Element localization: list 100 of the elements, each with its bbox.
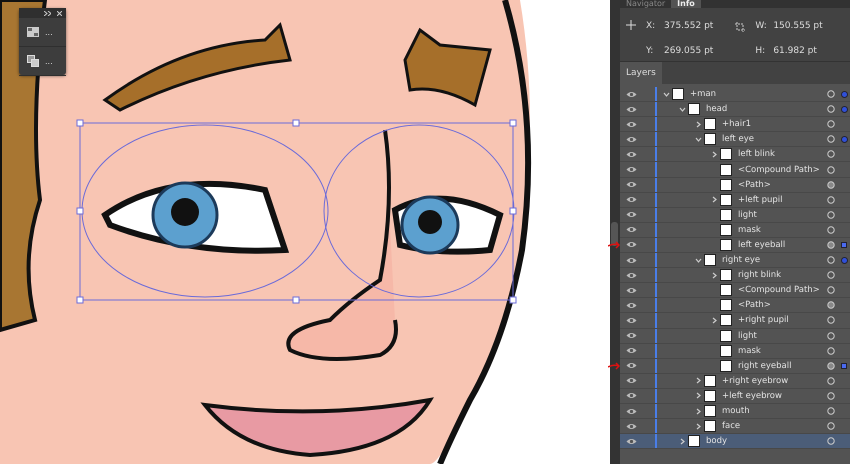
- layers-tab[interactable]: Layers: [620, 62, 662, 84]
- chevron-icon[interactable]: [694, 408, 702, 415]
- panel-tab[interactable]: Info: [671, 0, 701, 8]
- close-icon[interactable]: [57, 10, 62, 16]
- chevron-icon[interactable]: [710, 150, 718, 158]
- chevron-icon[interactable]: [678, 438, 686, 445]
- visibility-eye-icon[interactable]: [626, 241, 637, 248]
- layer-row[interactable]: right eye: [620, 253, 850, 268]
- layer-row[interactable]: light: [620, 208, 850, 223]
- collapse-icon[interactable]: [44, 10, 51, 16]
- target-circle-icon[interactable]: [827, 286, 835, 294]
- layer-row[interactable]: mask: [620, 344, 850, 359]
- target-circle-icon[interactable]: [827, 135, 835, 144]
- selection-dot-icon[interactable]: [840, 256, 848, 264]
- layer-row[interactable]: +left eyebrow: [620, 388, 850, 404]
- target-circle-icon[interactable]: [827, 196, 835, 204]
- selection-bounding-box[interactable]: [76, 120, 516, 304]
- visibility-eye-icon[interactable]: [626, 332, 637, 340]
- target-circle-icon[interactable]: [827, 271, 835, 280]
- selection-dot-icon[interactable]: [840, 106, 848, 113]
- target-circle-icon[interactable]: [827, 120, 835, 128]
- layer-row[interactable]: +hair1: [620, 117, 850, 132]
- visibility-eye-icon[interactable]: [626, 438, 637, 445]
- chevron-icon[interactable]: [694, 377, 702, 384]
- layer-row[interactable]: +right eyebrow: [620, 374, 850, 389]
- visibility-eye-icon[interactable]: [626, 286, 637, 294]
- visibility-eye-icon[interactable]: [626, 150, 637, 158]
- target-circle-icon[interactable]: [827, 422, 835, 430]
- chevron-icon[interactable]: [694, 422, 702, 430]
- visibility-eye-icon[interactable]: [626, 211, 637, 218]
- target-circle-icon[interactable]: [827, 210, 835, 219]
- layer-row[interactable]: +left pupil: [620, 192, 850, 208]
- visibility-eye-icon[interactable]: [626, 362, 637, 370]
- target-circle-icon[interactable]: [827, 316, 835, 324]
- chevron-icon[interactable]: [694, 120, 702, 128]
- visibility-eye-icon[interactable]: [626, 377, 637, 384]
- target-circle-icon[interactable]: [827, 346, 835, 355]
- visibility-eye-icon[interactable]: [626, 90, 637, 98]
- layer-row[interactable]: +man: [620, 87, 850, 102]
- visibility-eye-icon[interactable]: [626, 136, 637, 143]
- layer-row[interactable]: head: [620, 102, 850, 118]
- layer-row[interactable]: left eyeball: [620, 238, 850, 254]
- layer-row[interactable]: right eyeball: [620, 358, 850, 374]
- layer-row[interactable]: <Compound Path>: [620, 283, 850, 298]
- target-circle-icon[interactable]: [827, 105, 835, 114]
- selection-dot-icon[interactable]: [840, 90, 848, 98]
- visibility-eye-icon[interactable]: [626, 272, 637, 279]
- layer-row[interactable]: <Compound Path>: [620, 162, 850, 178]
- layer-row[interactable]: +right pupil: [620, 313, 850, 328]
- target-circle-icon[interactable]: [827, 332, 835, 340]
- grid-tool-icon[interactable]: [27, 27, 39, 37]
- chevron-icon[interactable]: [694, 136, 702, 143]
- target-circle-icon[interactable]: [827, 437, 835, 446]
- scroll-thumb[interactable]: [611, 222, 618, 246]
- layer-row[interactable]: body: [620, 434, 850, 450]
- target-circle-icon[interactable]: [827, 362, 835, 370]
- visibility-eye-icon[interactable]: [626, 196, 637, 204]
- chevron-icon[interactable]: [710, 196, 718, 204]
- target-circle-icon[interactable]: [827, 90, 835, 98]
- visibility-eye-icon[interactable]: [626, 226, 637, 234]
- more-options-text[interactable]: ...: [45, 28, 53, 36]
- layer-row[interactable]: <Path>: [620, 298, 850, 314]
- layer-row[interactable]: mask: [620, 222, 850, 238]
- layer-row[interactable]: left blink: [620, 147, 850, 162]
- selection-square-icon[interactable]: [841, 242, 847, 248]
- visibility-eye-icon[interactable]: [626, 302, 637, 309]
- arrange-tool-icon[interactable]: [27, 55, 39, 67]
- chevron-icon[interactable]: [662, 90, 670, 98]
- layer-row[interactable]: left eye: [620, 132, 850, 148]
- chevron-icon[interactable]: [710, 316, 718, 324]
- layer-row[interactable]: light: [620, 328, 850, 344]
- target-circle-icon[interactable]: [827, 376, 835, 385]
- target-circle-icon[interactable]: [827, 256, 835, 264]
- visibility-eye-icon[interactable]: [626, 392, 637, 400]
- chevron-icon[interactable]: [694, 256, 702, 264]
- visibility-eye-icon[interactable]: [626, 316, 637, 324]
- visibility-eye-icon[interactable]: [626, 347, 637, 354]
- target-circle-icon[interactable]: [827, 226, 835, 234]
- chevron-icon[interactable]: [694, 392, 702, 400]
- more-options-text[interactable]: ...: [45, 56, 53, 66]
- target-circle-icon[interactable]: [827, 180, 835, 189]
- chevron-icon[interactable]: [710, 272, 718, 279]
- visibility-eye-icon[interactable]: [626, 181, 637, 188]
- target-circle-icon[interactable]: [827, 301, 835, 310]
- visibility-eye-icon[interactable]: [626, 408, 637, 415]
- selection-square-icon[interactable]: [841, 362, 847, 369]
- target-circle-icon[interactable]: [827, 407, 835, 416]
- layer-row[interactable]: right blink: [620, 268, 850, 284]
- layer-row[interactable]: mouth: [620, 404, 850, 420]
- target-circle-icon[interactable]: [827, 240, 835, 249]
- visibility-eye-icon[interactable]: [626, 256, 637, 264]
- chevron-icon[interactable]: [678, 106, 686, 113]
- target-circle-icon[interactable]: [827, 166, 835, 174]
- target-circle-icon[interactable]: [827, 150, 835, 158]
- visibility-eye-icon[interactable]: [626, 120, 637, 128]
- target-circle-icon[interactable]: [827, 392, 835, 400]
- layer-row[interactable]: <Path>: [620, 178, 850, 193]
- visibility-eye-icon[interactable]: [626, 106, 637, 113]
- selection-dot-icon[interactable]: [840, 136, 848, 143]
- visibility-eye-icon[interactable]: [626, 166, 637, 174]
